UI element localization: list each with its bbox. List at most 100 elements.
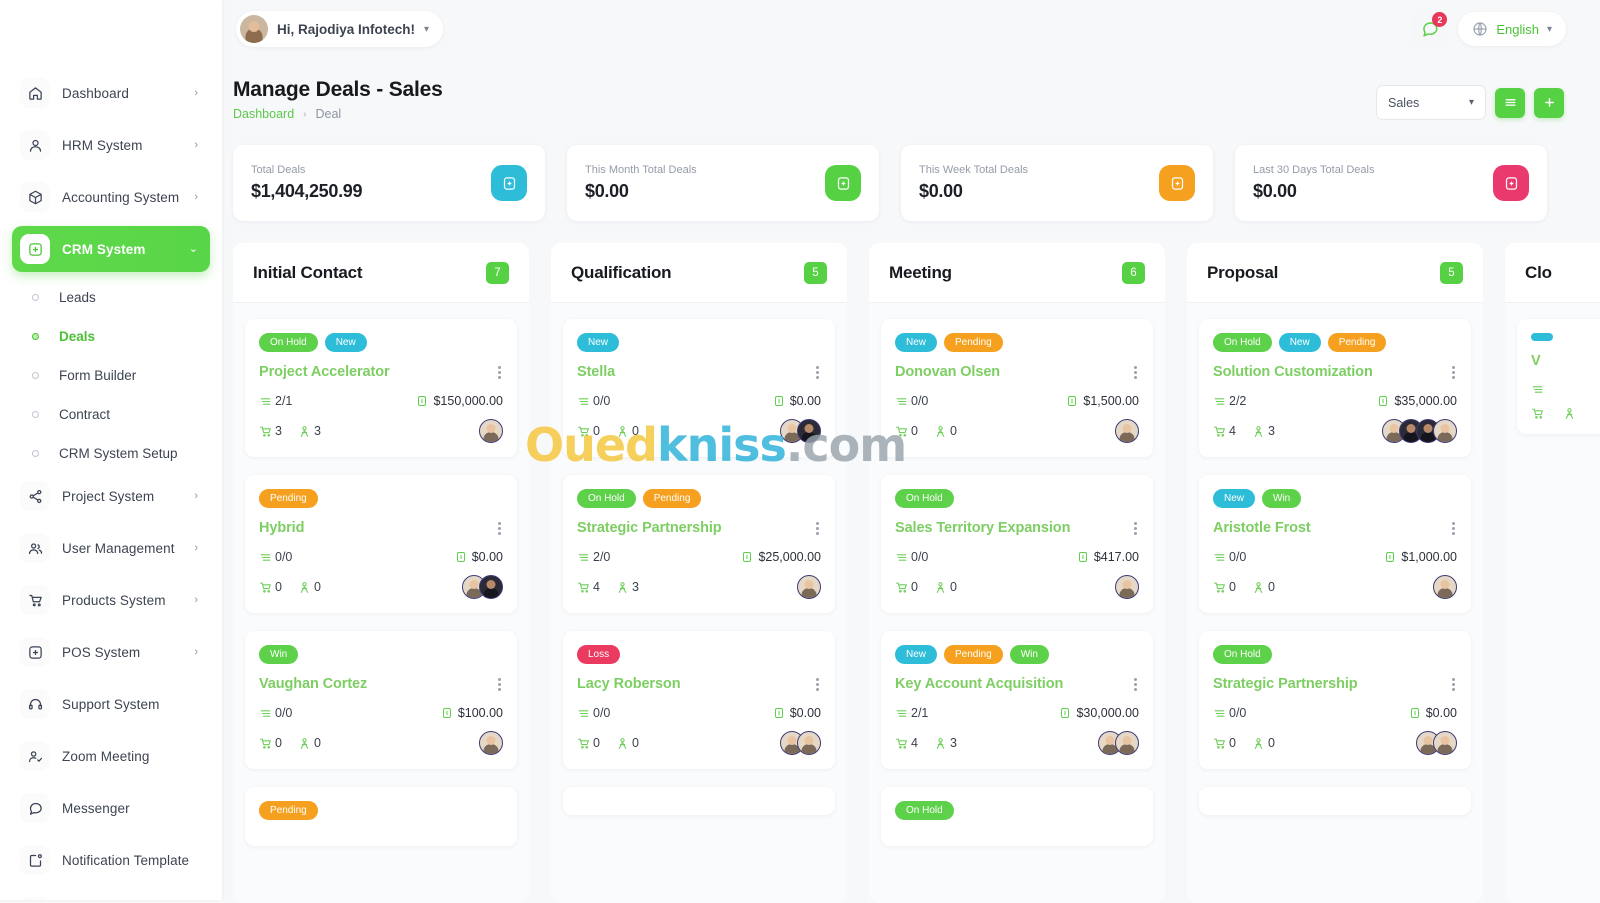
list-view-button[interactable] [1495, 87, 1525, 118]
person-icon [618, 737, 627, 749]
deal-card-title[interactable]: Solution Customization [1213, 364, 1373, 380]
deal-amount: $0.00 [455, 550, 503, 564]
deal-card[interactable]: On Hold New Pending Solution Customization 2… [1199, 319, 1471, 457]
deal-card-title[interactable]: Key Account Acquisition [895, 676, 1063, 692]
sidebar-subitem-label: Form Builder [59, 368, 137, 383]
deal-card-title[interactable]: Project Accelerator [259, 364, 390, 380]
deal-card-row-people: 00 [259, 731, 503, 755]
deal-card-menu-button[interactable] [496, 676, 503, 693]
deal-card-menu-button[interactable] [814, 520, 821, 537]
cart-icon [260, 738, 271, 749]
sidebar-item-dashboard[interactable]: Dashboard › [12, 70, 210, 116]
deal-card-title[interactable]: Hybrid [259, 520, 304, 536]
deal-card[interactable]: Pending Hybrid 0/0 $0.00 0 0 [245, 475, 517, 613]
deal-card[interactable]: V [1517, 319, 1600, 434]
sidebar-item-crm-system-setup[interactable]: CRM System Setup [12, 434, 210, 473]
sidebar-item-deals[interactable]: Deals [12, 317, 210, 356]
deal-card-menu-button[interactable] [496, 520, 503, 537]
avatar [240, 15, 268, 43]
sidebar-item-zoom-meeting[interactable]: Zoom Meeting [12, 733, 210, 779]
deal-products-metric: 0 [1213, 580, 1236, 594]
sidebar-item-project-system[interactable]: Project System › [12, 473, 210, 519]
deal-card-menu-button[interactable] [496, 364, 503, 381]
status-badge: On Hold [1213, 645, 1272, 664]
deal-card[interactable]: Pending [245, 787, 517, 846]
kanban-column-title: Meeting [889, 262, 952, 282]
deal-card-menu-button[interactable] [814, 676, 821, 693]
add-deal-button[interactable] [1534, 87, 1564, 118]
deal-card[interactable]: On Hold [881, 787, 1153, 846]
deal-card-menu-button[interactable] [814, 364, 821, 381]
deal-card[interactable]: New Stella 0/0 $0.00 0 0 [563, 319, 835, 457]
kanban-column-header: Qualification 5 [551, 243, 847, 303]
deal-tasks-metric: 0/0 [259, 706, 292, 720]
deal-card-header: Strategic Partnership [1213, 676, 1457, 693]
sidebar-item-settings[interactable]: Settings › [12, 889, 210, 900]
sidebar-subitem-label: Leads [59, 290, 96, 305]
notifications-button[interactable]: 2 [1412, 11, 1449, 47]
deal-card-row-tasks: 0/0 $100.00 [259, 706, 503, 720]
person-icon [300, 581, 309, 593]
deal-card[interactable]: Loss Lacy Roberson 0/0 $0.00 0 0 [563, 631, 835, 769]
deal-card-menu-button[interactable] [1132, 364, 1139, 381]
sidebar-item-contract[interactable]: Contract [12, 395, 210, 434]
breadcrumb-current: Deal [315, 107, 342, 121]
deal-card-menu-button[interactable] [1132, 520, 1139, 537]
deal-card-title[interactable]: Vaughan Cortez [259, 676, 367, 692]
deal-card-menu-button[interactable] [1450, 520, 1457, 537]
sidebar-item-crm-system[interactable]: CRM System ⌄ [12, 226, 210, 272]
sidebar-item-pos-system[interactable]: POS System › [12, 629, 210, 675]
deal-card-title[interactable]: Sales Territory Expansion [895, 520, 1070, 536]
deal-card-title[interactable]: V [1531, 353, 1541, 369]
sidebar-item-form-builder[interactable]: Form Builder [12, 356, 210, 395]
breadcrumb-dashboard-link[interactable]: Dashboard [233, 107, 294, 121]
sidebar-item-messenger[interactable]: Messenger [12, 785, 210, 831]
sidebar-item-hrm-system[interactable]: HRM System › [12, 122, 210, 168]
sidebar-item-user-management[interactable]: User Management › [12, 525, 210, 571]
money-icon [1410, 708, 1419, 718]
page-title: Manage Deals - Sales [233, 78, 443, 101]
deal-card[interactable]: New Pending Win Key Account Acquisition 2/1 $… [881, 631, 1153, 769]
deal-card-title[interactable]: Aristotle Frost [1213, 520, 1311, 536]
profile-menu[interactable]: Hi, Rajodiya Infotech! ▾ [236, 11, 444, 47]
deal-card[interactable]: On Hold Sales Territory Expansion 0/0 $417.… [881, 475, 1153, 613]
chevron-right-icon: › [194, 645, 198, 658]
sidebar-item-accounting-system[interactable]: Accounting System › [12, 174, 210, 220]
deal-card[interactable]: On Hold New Project Accelerator 2/1 $150,000… [245, 319, 517, 457]
deal-card-title[interactable]: Strategic Partnership [1213, 676, 1358, 692]
deal-card[interactable]: Win Vaughan Cortez 0/0 $100.00 0 0 [245, 631, 517, 769]
deal-card-title[interactable]: Lacy Roberson [577, 676, 681, 692]
kanban-board[interactable]: Initial Contact 7 On Hold New Project Accele… [233, 243, 1600, 903]
deal-card-title[interactable]: Strategic Partnership [577, 520, 722, 536]
sidebar-item-products-system[interactable]: Products System › [12, 577, 210, 623]
deal-card-menu-button[interactable] [1450, 364, 1457, 381]
deal-card-menu-button[interactable] [1132, 676, 1139, 693]
deal-card-counters: 33 [259, 424, 321, 438]
deal-products-value: 4 [1229, 424, 1236, 438]
deal-card[interactable]: On Hold Pending Strategic Partnership 2/0 $2… [563, 475, 835, 613]
deal-card-tags: Pending [259, 801, 503, 820]
sidebar-item-support-system[interactable]: Support System [12, 681, 210, 727]
deal-tasks-value: 2/1 [911, 706, 929, 720]
deal-card[interactable] [563, 787, 835, 815]
deal-card[interactable]: New Win Aristotle Frost 0/0 $1,000.00 0 0 [1199, 475, 1471, 613]
deal-amount-value: $0.00 [789, 394, 821, 408]
pipeline-select[interactable]: Sales ▾ [1376, 85, 1486, 120]
deal-card-counters: 00 [259, 736, 321, 750]
sidebar-item-leads[interactable]: Leads [12, 278, 210, 317]
deal-card-title[interactable]: Donovan Olsen [895, 364, 1000, 380]
deal-tasks-value: 0/0 [911, 550, 929, 564]
money-icon [1061, 708, 1070, 718]
deal-card-title[interactable]: Stella [577, 364, 615, 380]
deal-card[interactable]: New Pending Donovan Olsen 0/0 $1,500.00 0 0 [881, 319, 1153, 457]
sidebar-item-notification-template[interactable]: Notification Template [12, 837, 210, 883]
deal-card-menu-button[interactable] [1450, 676, 1457, 693]
language-selector[interactable]: English ▾ [1458, 12, 1566, 46]
deal-card[interactable]: On Hold Strategic Partnership 0/0 $0.00 0 0 [1199, 631, 1471, 769]
deal-users-value: 0 [1267, 736, 1275, 750]
deal-card[interactable] [1199, 787, 1471, 815]
tasks-icon [260, 709, 271, 717]
deal-card-row-people [1531, 407, 1600, 420]
status-badge: New [895, 333, 938, 352]
deal-card-row-people: 00 [895, 419, 1139, 443]
